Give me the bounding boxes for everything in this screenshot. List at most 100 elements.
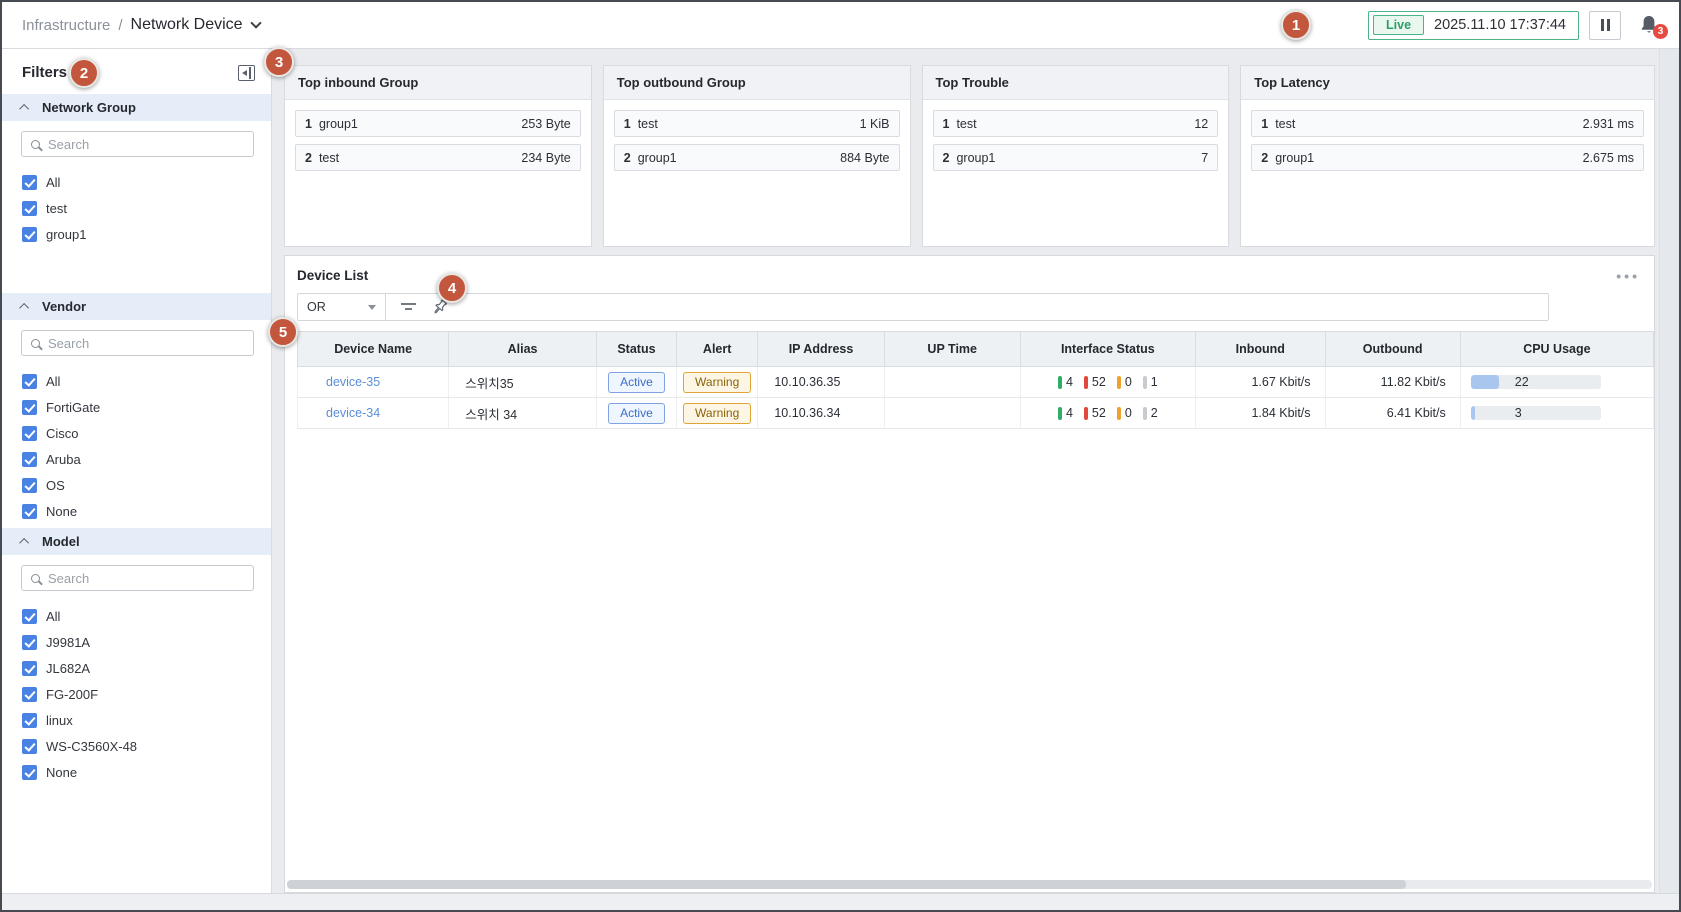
section-header-model[interactable]: Model [2, 528, 271, 555]
section-header-vendor[interactable]: Vendor [2, 293, 271, 320]
checkbox-checked-icon[interactable] [22, 452, 37, 467]
checkbox-checked-icon[interactable] [22, 739, 37, 754]
filter-checkbox-item[interactable]: OS [2, 472, 271, 498]
checkbox-checked-icon[interactable] [22, 713, 37, 728]
col-outbound[interactable]: Outbound [1325, 332, 1460, 367]
cpu-usage-cell: 3 [1461, 406, 1653, 420]
checkbox-checked-icon[interactable] [22, 227, 37, 242]
vertical-scrollbar-track[interactable] [1659, 49, 1679, 893]
if-up-count: 4 [1066, 375, 1073, 389]
filter-checkbox-item[interactable]: FG-200F [2, 681, 271, 707]
checkbox-checked-icon[interactable] [22, 504, 37, 519]
checkbox-checked-icon[interactable] [22, 609, 37, 624]
rank-row[interactable]: 2 group1 884 Byte [614, 144, 900, 171]
col-up-time[interactable]: UP Time [884, 332, 1020, 367]
col-device-name[interactable]: Device Name [298, 332, 449, 367]
network-group-search[interactable] [21, 131, 254, 157]
rank-row[interactable]: 1 test 1 KiB [614, 110, 900, 137]
annotation-circle-1: 1 [1281, 10, 1311, 40]
section-header-network-group[interactable]: Network Group [2, 94, 271, 121]
alert-badge: Warning [683, 372, 751, 393]
if-down-bar [1084, 407, 1088, 420]
section-label: Vendor [42, 299, 86, 314]
rank-row[interactable]: 1 test 2.931 ms [1251, 110, 1644, 137]
col-inbound[interactable]: Inbound [1195, 332, 1325, 367]
checkbox-checked-icon[interactable] [22, 426, 37, 441]
device-name-link[interactable]: device-34 [298, 398, 449, 429]
vendor-search[interactable] [21, 330, 254, 356]
chevron-down-icon[interactable] [250, 17, 261, 28]
rank-value: 1 KiB [860, 117, 890, 131]
search-input[interactable] [48, 137, 244, 152]
col-ip-address[interactable]: IP Address [758, 332, 884, 367]
filter-checkbox-item[interactable]: All [2, 368, 271, 394]
horizontal-scrollbar-thumb[interactable] [287, 880, 1406, 889]
pause-button[interactable] [1589, 11, 1621, 40]
panel-menu-icon[interactable]: ••• [1616, 272, 1640, 280]
filter-checkbox-item[interactable]: All [2, 169, 271, 195]
notification-bell[interactable]: 3 [1637, 13, 1661, 37]
table-row: device-34 스위치 34 Active Warning 10.10.36… [298, 398, 1654, 429]
search-input[interactable] [48, 336, 244, 351]
checkbox-checked-icon[interactable] [22, 478, 37, 493]
checkbox-checked-icon[interactable] [22, 661, 37, 676]
rank-name: test [956, 117, 976, 131]
model-search[interactable] [21, 565, 254, 591]
up-time-cell [884, 398, 1020, 429]
checkbox-checked-icon[interactable] [22, 374, 37, 389]
checkbox-checked-icon[interactable] [22, 765, 37, 780]
device-name-link[interactable]: device-35 [298, 367, 449, 398]
col-status[interactable]: Status [596, 332, 676, 367]
checkbox-label: test [46, 201, 67, 216]
checkbox-checked-icon[interactable] [22, 687, 37, 702]
checkbox-checked-icon[interactable] [22, 400, 37, 415]
checkbox-checked-icon[interactable] [22, 635, 37, 650]
col-alias[interactable]: Alias [449, 332, 597, 367]
filter-icon[interactable] [400, 300, 417, 314]
filter-checkbox-item[interactable]: test [2, 195, 271, 221]
checkbox-checked-icon[interactable] [22, 175, 37, 190]
breadcrumb-section[interactable]: Infrastructure [22, 17, 110, 34]
rank-row[interactable]: 2 group1 7 [933, 144, 1219, 171]
checkbox-label: Aruba [46, 452, 81, 467]
filter-checkbox-item[interactable]: Cisco [2, 420, 271, 446]
col-alert[interactable]: Alert [676, 332, 757, 367]
search-input[interactable] [48, 571, 244, 586]
filter-checkbox-item[interactable]: linux [2, 707, 271, 733]
operator-select[interactable]: OR [298, 294, 386, 320]
rank-row[interactable]: 2 group1 2.675 ms [1251, 144, 1644, 171]
inbound-cell: 1.84 Kbit/s [1195, 398, 1325, 429]
card-top-inbound-group: Top inbound Group 1 group1 253 Byte 2 te… [284, 65, 592, 247]
rank-name: group1 [1275, 151, 1314, 165]
rank-number: 2 [1261, 151, 1268, 165]
breadcrumb-page-title[interactable]: Network Device [131, 16, 243, 34]
filter-checkbox-item[interactable]: JL682A [2, 655, 271, 681]
filter-checkbox-item[interactable]: All [2, 603, 271, 629]
rank-name: test [638, 117, 658, 131]
filter-checkbox-item[interactable]: group1 [2, 221, 271, 247]
filter-checkbox-item[interactable]: WS-C3560X-48 [2, 733, 271, 759]
filter-checkbox-item[interactable]: None [2, 759, 271, 785]
col-cpu-usage[interactable]: CPU Usage [1460, 332, 1653, 367]
rank-name: group1 [956, 151, 995, 165]
card-title: Top Trouble [923, 66, 1229, 100]
interface-status-cell: 4 52 0 2 [1021, 406, 1195, 420]
filter-checkbox-item[interactable]: None [2, 498, 271, 524]
horizontal-scrollbar-track[interactable] [287, 880, 1652, 889]
rank-row[interactable]: 1 test 12 [933, 110, 1219, 137]
checkbox-label: J9981A [46, 635, 90, 650]
if-warn-bar [1117, 376, 1121, 389]
card-top-latency: Top Latency 1 test 2.931 ms 2 group1 2.6… [1240, 65, 1655, 247]
collapse-sidebar-icon[interactable] [238, 65, 255, 81]
table-header-row: Device Name Alias Status Alert IP Addres… [298, 332, 1654, 367]
filter-checkbox-item[interactable]: Aruba [2, 446, 271, 472]
rank-number: 1 [624, 117, 631, 131]
filter-checkbox-item[interactable]: FortiGate [2, 394, 271, 420]
rank-row[interactable]: 2 test 234 Byte [295, 144, 581, 171]
page-footer-strip [2, 893, 1679, 910]
filter-checkbox-item[interactable]: J9981A [2, 629, 271, 655]
col-interface-status[interactable]: Interface Status [1020, 332, 1195, 367]
inbound-cell: 1.67 Kbit/s [1195, 367, 1325, 398]
checkbox-checked-icon[interactable] [22, 201, 37, 216]
rank-row[interactable]: 1 group1 253 Byte [295, 110, 581, 137]
